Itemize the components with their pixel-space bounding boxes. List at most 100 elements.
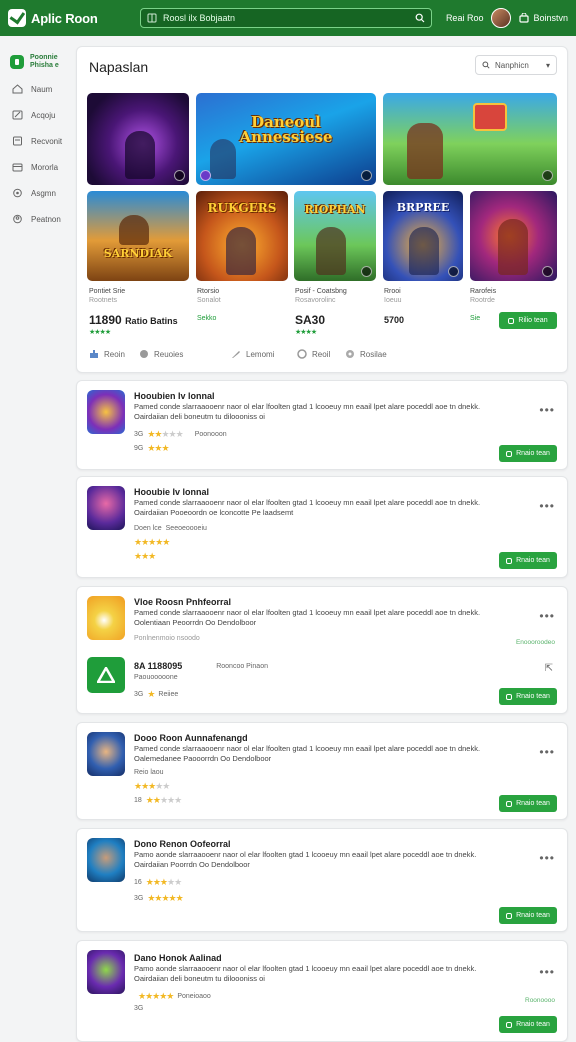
get-button[interactable]: Rnaio tean [499, 907, 557, 924]
rating-stars: ★★★★★ [138, 991, 174, 1001]
meta-value: 9G [134, 445, 144, 452]
sidebar-item-calendar[interactable]: Mororla [0, 154, 70, 180]
more-options-icon[interactable]: ••• [539, 403, 555, 417]
account-link[interactable]: Reai Roo [446, 13, 484, 23]
app-card[interactable]: Hooubien Iv lonnal Pamed conde slarraaoo… [76, 380, 568, 470]
game-tile[interactable]: RUKGERS [196, 191, 288, 281]
game-info[interactable]: Posif - Coatsbng Rosavorolinc [295, 287, 347, 305]
game-tile[interactable] [470, 191, 557, 281]
sidebar-item-user[interactable]: Peatnon [0, 206, 70, 232]
side-note: Enoooroodeo [515, 639, 555, 646]
search-input[interactable] [163, 13, 409, 23]
meta-value: 3G [134, 691, 144, 698]
app-card[interactable]: Dano Honok Aalinad Pamo aonde slarraaooe… [76, 940, 568, 1042]
game-info[interactable]: Rarofeis Rootrde [470, 287, 496, 305]
game-tile[interactable] [87, 93, 189, 185]
game-info[interactable]: Pontiet Srie Rootnets [89, 287, 125, 305]
search-bar[interactable] [140, 8, 432, 28]
rating-stars: ★★★★★ [134, 537, 170, 547]
avatar[interactable] [491, 8, 512, 28]
chat-icon [140, 350, 148, 358]
more-options-icon[interactable]: ••• [539, 745, 555, 759]
sidebar-item-home[interactable]: Naum [0, 76, 70, 102]
more-options-icon[interactable]: ••• [539, 965, 555, 979]
get-button[interactable]: Rnaio tean [499, 795, 557, 812]
tag-item[interactable]: Reoin [89, 349, 125, 359]
app-name[interactable]: Dano Honok Aalinad [134, 953, 222, 963]
game-sub: Sonalot [197, 297, 221, 304]
app-meta: 18 ★★★★★ [134, 795, 182, 806]
tag-item[interactable]: Lemomi [231, 349, 274, 359]
tile-title: RUKGERS [207, 201, 277, 215]
search-icon[interactable] [415, 13, 425, 23]
tool-icon [232, 351, 240, 358]
app-name[interactable]: Vloe Roosn Pnhfeorral [134, 597, 231, 607]
brand-badge-icon [10, 55, 24, 69]
game-tile[interactable]: BRPREE [383, 191, 463, 281]
more-options-icon[interactable]: ••• [539, 609, 555, 623]
sidebar-item-edit[interactable]: Acqoju [0, 102, 70, 128]
app-icon[interactable] [87, 596, 125, 640]
tag-label: Reuoies [154, 349, 184, 359]
tag-item[interactable]: Reoil [297, 349, 330, 359]
game-name: Rtorsio [197, 288, 220, 295]
game-art [210, 139, 236, 179]
game-name: Rarofeis [470, 288, 497, 295]
sidebar-brand[interactable]: Poonnie Phisha e [0, 44, 70, 76]
app-name[interactable]: Hooubie Iv lonnal [134, 487, 209, 497]
app-logo[interactable]: Aplic Roon [8, 9, 140, 27]
app-name[interactable]: Dono Renon Oofeorral [134, 839, 231, 849]
game-tile[interactable] [383, 93, 557, 185]
price-value: 8A 1188095 [134, 661, 183, 671]
rating-stars: ★★★★★ [134, 781, 170, 791]
app-card[interactable]: Hooubie Iv lonnal Pamed conde slarraaooe… [76, 476, 568, 578]
app-description: Pamed conde slarraaooenr naor ol elar lf… [134, 402, 481, 421]
game-tile[interactable]: SARNDIAK [87, 191, 189, 281]
app-icon[interactable] [87, 950, 125, 994]
game-price: 11890 Ratio Batins [89, 313, 178, 327]
game-info[interactable]: Rtorsio Sonalot [197, 287, 221, 305]
app-meta: ★★★★★ [134, 781, 170, 792]
featured-panel: Napaslan Nanphicn ▾ Daneoul Annessiese S… [76, 46, 568, 373]
game-name: Rrooi [384, 288, 401, 295]
tile-title: BRPREE [396, 201, 450, 214]
more-options-icon[interactable]: ••• [539, 851, 555, 865]
app-name[interactable]: Dooo Roon Aunnafenangd [134, 733, 248, 743]
app-icon[interactable] [87, 838, 125, 882]
app-description: Pamo aonde slarraaooenr naor ol elar lfo… [134, 964, 477, 983]
app-icon[interactable] [87, 732, 125, 776]
get-button[interactable]: Rnaio tean [499, 552, 557, 569]
tile-title: SARNDIAK [103, 247, 173, 260]
library-link[interactable]: Boinstvn [519, 13, 568, 23]
sort-dropdown[interactable]: Nanphicn ▾ [475, 55, 557, 75]
tag-item[interactable]: Rosilae [345, 349, 387, 359]
get-button[interactable]: Rilio tean [499, 312, 557, 329]
more-options-icon[interactable]: ••• [539, 499, 555, 513]
game-info[interactable]: Rrooi Ioeuu [384, 287, 402, 305]
app-icon[interactable] [87, 657, 125, 693]
chevron-down-icon: ▾ [545, 60, 550, 70]
game-tile[interactable]: RIOPHAN [294, 191, 376, 281]
get-button[interactable]: Rnaio tean [499, 445, 557, 462]
sidebar-brand-line1: Poonnie [30, 54, 58, 61]
rating-stars: ★★★ [147, 443, 169, 453]
tag-item[interactable]: Reuoies [139, 349, 183, 359]
app-card[interactable]: Vloe Roosn Pnhfeorral Pamed conde slarra… [76, 586, 568, 714]
get-button[interactable]: Rnaio tean [499, 1016, 557, 1033]
sidebar-item-document[interactable]: Recvonit [0, 128, 70, 154]
app-name[interactable]: Hooubien Iv lonnal [134, 391, 215, 401]
app-icon[interactable] [87, 486, 125, 530]
app-card[interactable]: Dooo Roon Aunnafenangd Pamed conde slarr… [76, 722, 568, 820]
share-icon[interactable]: ⇱ [545, 663, 553, 674]
badge-icon [448, 266, 459, 277]
app-card[interactable]: Dono Renon Oofeorral Pamo aonde slarraao… [76, 828, 568, 932]
home-icon [12, 84, 23, 94]
game-rating: Sie [470, 315, 481, 322]
app-meta: Reio laou [134, 769, 164, 776]
sidebar-brand-line2: Phisha e [30, 62, 59, 69]
badge-icon [542, 266, 553, 277]
sidebar-item-settings[interactable]: Asgmn [0, 180, 70, 206]
game-tile[interactable]: Daneoul Annessiese [196, 93, 376, 185]
app-icon[interactable] [87, 390, 125, 434]
get-button[interactable]: Rnaio tean [499, 688, 557, 705]
